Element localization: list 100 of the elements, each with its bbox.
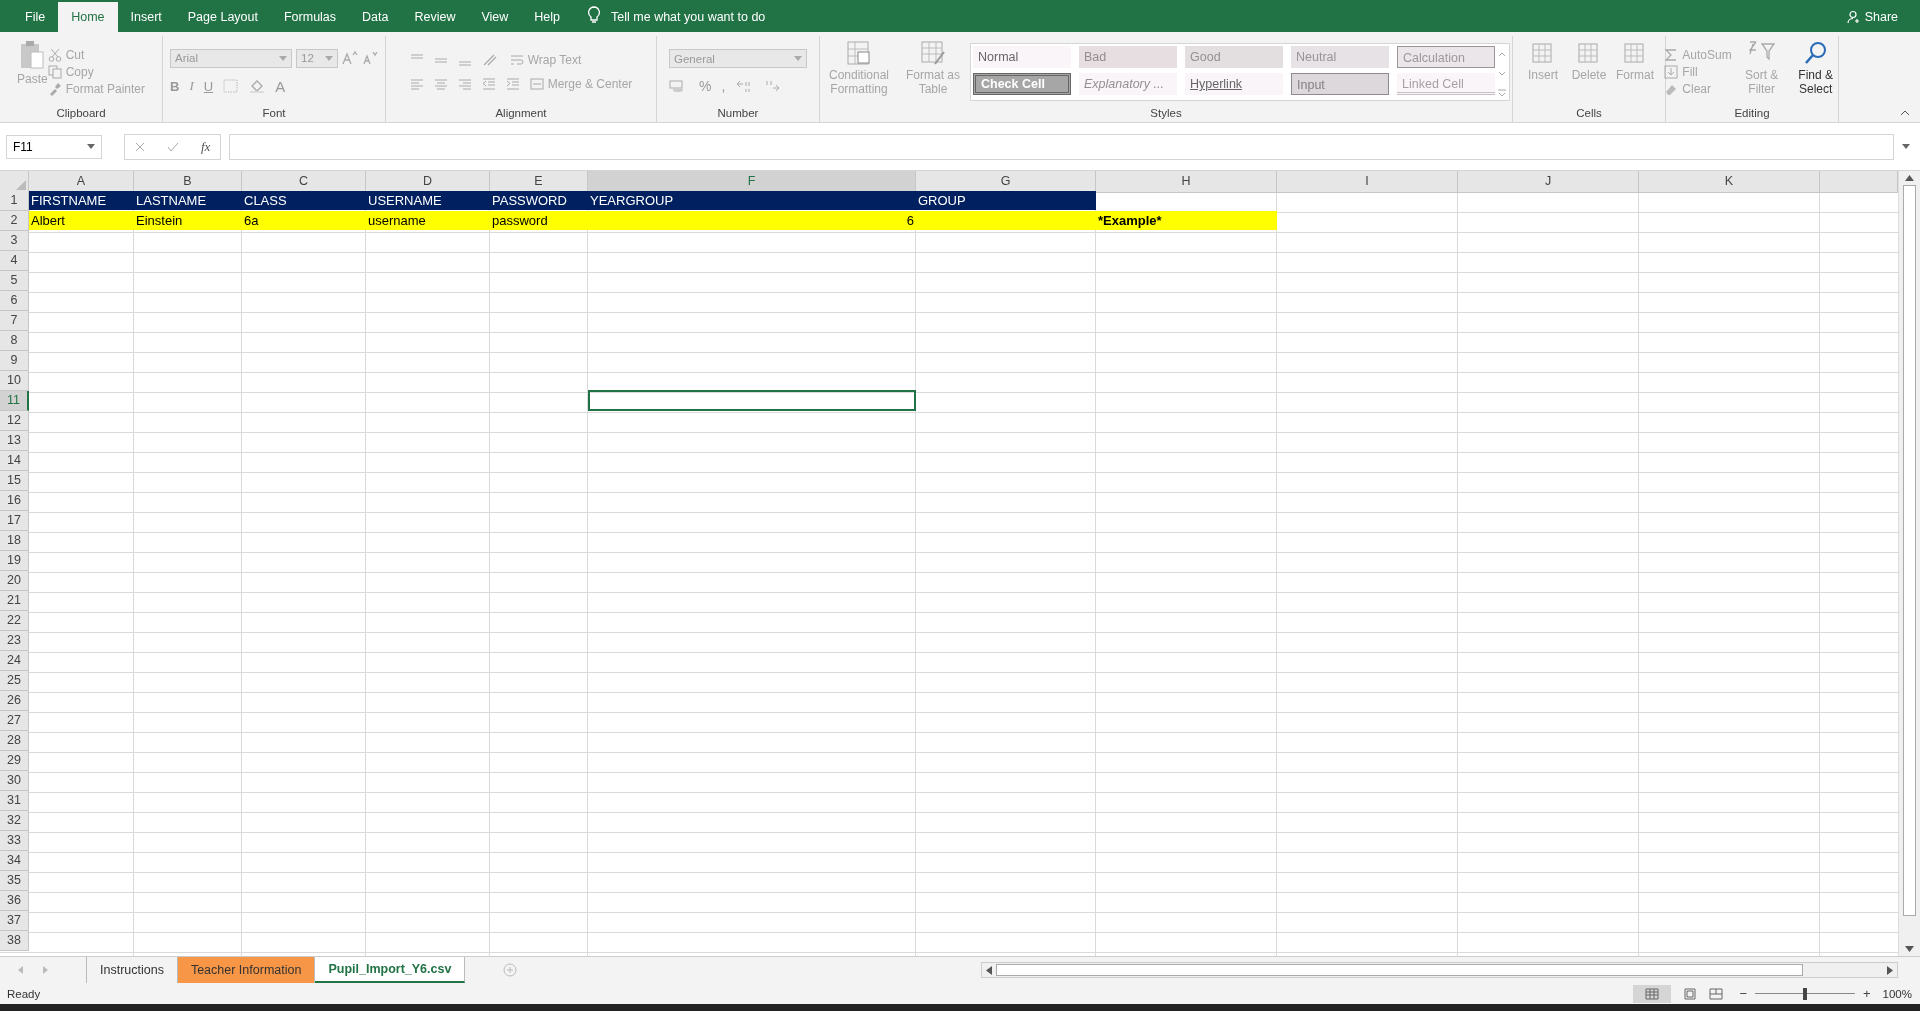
expand-formula-icon[interactable] [1902, 144, 1910, 149]
decrease-decimal-icon[interactable] [763, 79, 782, 93]
cell-style-option[interactable]: Normal [973, 45, 1071, 68]
column-header[interactable]: A [29, 171, 134, 193]
row-header[interactable]: 25 [0, 671, 29, 691]
previous-sheet-icon[interactable] [18, 966, 24, 974]
row-header[interactable]: 16 [0, 491, 29, 511]
select-all-corner[interactable] [0, 171, 29, 193]
row-header[interactable]: 18 [0, 531, 29, 551]
row-header[interactable]: 36 [0, 891, 29, 911]
cell-style-option[interactable]: Hyperlink [1185, 73, 1283, 95]
column-header[interactable]: K [1639, 171, 1820, 193]
row-header[interactable]: 24 [0, 651, 29, 671]
insert-function-button[interactable]: fx [201, 138, 211, 155]
down-arrow-icon[interactable] [1905, 946, 1914, 952]
row-header[interactable]: 13 [0, 431, 29, 451]
row-header[interactable]: 23 [0, 631, 29, 651]
row-header[interactable]: 31 [0, 791, 29, 811]
enter-icon[interactable] [167, 141, 179, 152]
row-header[interactable]: 5 [0, 271, 29, 291]
row-header[interactable]: 17 [0, 511, 29, 531]
collapse-ribbon-icon[interactable] [1900, 110, 1910, 116]
row-header[interactable]: 9 [0, 351, 29, 371]
align-left-icon[interactable] [409, 77, 424, 90]
formula-input[interactable] [229, 133, 1894, 160]
row-header[interactable]: 7 [0, 311, 29, 331]
column-header[interactable]: J [1458, 171, 1639, 193]
row-header[interactable]: 15 [0, 471, 29, 491]
row-header[interactable]: 32 [0, 811, 29, 831]
find-select-button[interactable]: Find & Select [1791, 37, 1840, 106]
row-header[interactable]: 21 [0, 591, 29, 611]
row-header[interactable]: 33 [0, 831, 29, 851]
zoom-out-button[interactable]: − [1739, 986, 1747, 1001]
row-header[interactable]: 1 [0, 191, 29, 211]
column-header[interactable]: E [490, 171, 588, 193]
column-header[interactable]: H [1096, 171, 1277, 193]
name-box[interactable]: F11 [6, 134, 102, 159]
align-right-icon[interactable] [457, 77, 472, 90]
fill-bucket-icon[interactable] [249, 79, 266, 93]
grow-font-icon[interactable] [342, 51, 358, 65]
row-header[interactable]: 12 [0, 411, 29, 431]
row-header[interactable]: 38 [0, 931, 29, 951]
column-header[interactable]: D [366, 171, 490, 193]
row-header[interactable]: 30 [0, 771, 29, 791]
row-header[interactable]: 19 [0, 551, 29, 571]
add-sheet-icon[interactable] [503, 963, 518, 977]
share-button[interactable]: Share [1846, 2, 1898, 32]
zoom-level[interactable]: 100% [1882, 987, 1912, 1000]
page-layout-icon[interactable] [1683, 987, 1698, 1000]
row-header[interactable]: 10 [0, 371, 29, 391]
horizontal-scrollbar[interactable] [981, 962, 1898, 978]
ribbon-tab[interactable]: Review [401, 2, 469, 32]
row-header[interactable]: 20 [0, 571, 29, 591]
row-header[interactable]: 29 [0, 751, 29, 771]
column-header[interactable] [1820, 171, 1898, 193]
column-header[interactable]: C [242, 171, 366, 193]
shrink-font-icon[interactable] [362, 51, 378, 65]
ribbon-tab[interactable]: Page Layout [174, 2, 271, 32]
row-header[interactable]: 37 [0, 911, 29, 931]
tell-me-search[interactable]: Tell me what you want to do [611, 2, 766, 32]
next-sheet-icon[interactable] [42, 966, 48, 974]
ribbon-tab[interactable]: Home [58, 2, 118, 32]
page-break-icon[interactable] [1709, 987, 1724, 1000]
right-arrow-icon[interactable] [1887, 965, 1893, 975]
row-header[interactable]: 2 [0, 211, 29, 231]
sheet-tab[interactable]: Teacher Information [177, 957, 316, 983]
row-header[interactable]: 6 [0, 291, 29, 311]
ribbon-tab[interactable]: File [12, 2, 59, 32]
row-header[interactable]: 4 [0, 251, 29, 271]
slider-thumb[interactable] [1803, 987, 1807, 1000]
borders-icon[interactable] [223, 79, 240, 93]
sheet-tab[interactable]: Pupil_Import_Y6.csv [315, 957, 466, 983]
row-header[interactable]: 26 [0, 691, 29, 711]
ribbon-tab[interactable]: Insert [117, 2, 175, 32]
align-center-icon[interactable] [433, 77, 448, 90]
column-header[interactable]: B [134, 171, 242, 193]
row-header[interactable]: 22 [0, 611, 29, 631]
ribbon-tab[interactable]: View [468, 2, 522, 32]
up-arrow-icon[interactable] [1905, 175, 1914, 181]
ribbon-tab[interactable]: Formulas [270, 2, 350, 32]
row-header[interactable]: 8 [0, 331, 29, 351]
decrease-indent-icon[interactable] [481, 77, 496, 90]
column-header[interactable]: F [588, 171, 916, 193]
row-header[interactable]: 28 [0, 731, 29, 751]
row-header[interactable]: 3 [0, 231, 29, 251]
column-header[interactable]: G [916, 171, 1096, 193]
ribbon-tab[interactable]: Data [349, 2, 402, 32]
row-header[interactable]: 34 [0, 851, 29, 871]
ribbon-tab[interactable]: Help [521, 2, 574, 32]
column-header[interactable]: I [1277, 171, 1458, 193]
left-arrow-icon[interactable] [986, 965, 992, 975]
row-header[interactable]: 27 [0, 711, 29, 731]
cancel-icon[interactable] [135, 141, 145, 152]
increase-indent-icon[interactable] [505, 77, 520, 90]
row-header[interactable]: 35 [0, 871, 29, 891]
normal-view-icon[interactable] [1633, 984, 1672, 1003]
zoom-in-button[interactable]: + [1863, 986, 1871, 1001]
row-header[interactable]: 14 [0, 451, 29, 471]
vertical-scrollbar[interactable] [1898, 171, 1920, 956]
row-header[interactable]: 11 [0, 391, 29, 411]
